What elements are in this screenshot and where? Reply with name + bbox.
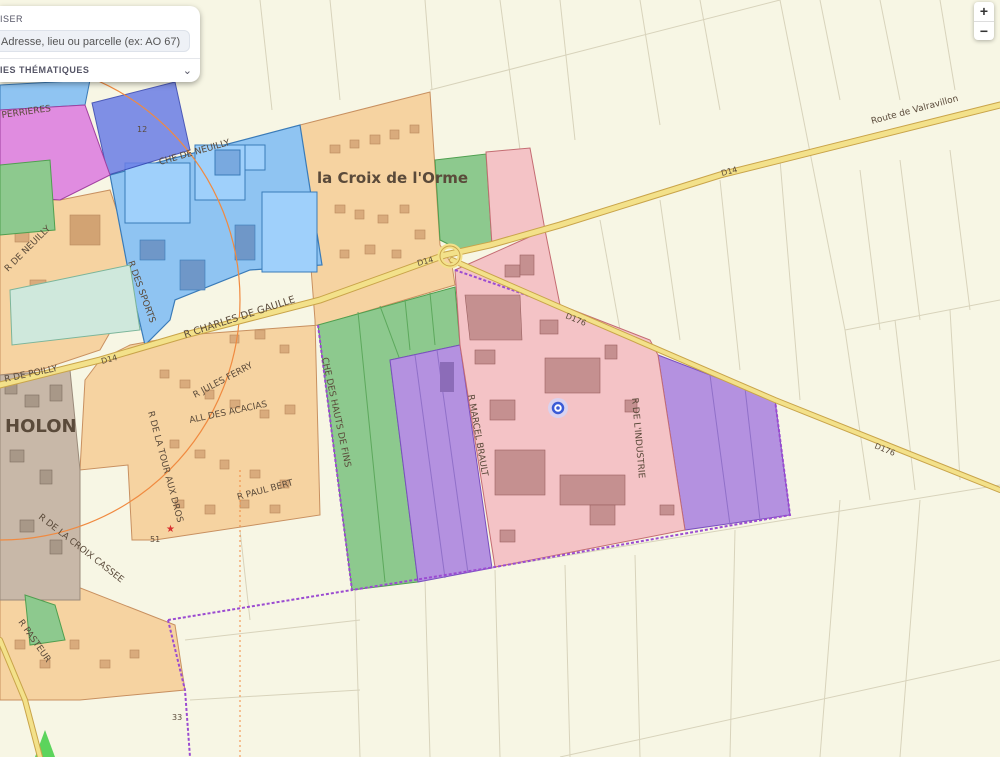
thematic-layers-toggle[interactable]: IES THÉMATIQUES	[0, 65, 89, 75]
panel-divider	[0, 58, 200, 59]
label-place-main: la Croix de l'Orme	[317, 169, 468, 187]
chevron-down-icon[interactable]: ⌄	[183, 64, 192, 77]
search-panel: ISER Adresse, lieu ou parcelle (ex: AO 6…	[0, 6, 200, 82]
search-input[interactable]: Adresse, lieu ou parcelle (ex: AO 67)	[0, 30, 190, 52]
label-town: HOLON	[5, 416, 77, 437]
map-canvas[interactable]: la Croix de l'Orme HOLON Route de Valrav…	[0, 0, 1000, 757]
label-num-12: 12	[137, 125, 147, 134]
star-marker-icon: ★	[166, 524, 175, 535]
zoom-control: + −	[974, 2, 994, 40]
label-num-33: 33	[172, 713, 182, 722]
zoom-out-button[interactable]: −	[974, 22, 994, 41]
panel-header: ISER	[0, 14, 24, 24]
label-num-51: 51	[150, 535, 160, 544]
zoom-in-button[interactable]: +	[974, 2, 994, 22]
old-town-zone[interactable]	[0, 369, 81, 601]
location-dot	[556, 406, 560, 410]
